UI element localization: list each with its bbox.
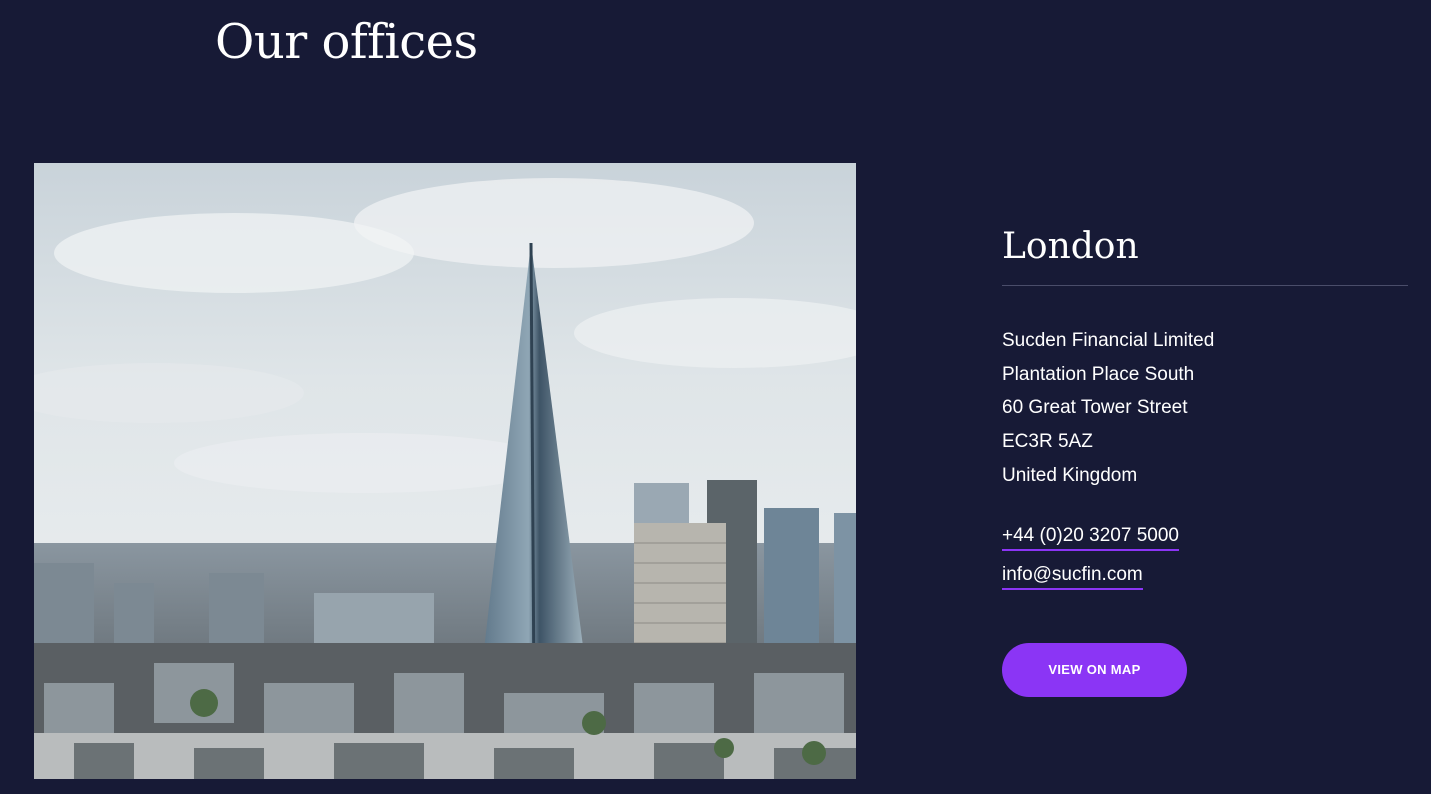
- address-line: Plantation Place South: [1002, 363, 1195, 385]
- office-card-london: London Sucden Financial Limited Plantati…: [1002, 226, 1408, 697]
- phone-link[interactable]: +44 (0)20 3207 5000: [1002, 524, 1179, 551]
- view-on-map-button[interactable]: VIEW ON MAP: [1002, 642, 1187, 697]
- office-address: Sucden Financial Limited Plantation Plac…: [1002, 324, 1408, 493]
- section-title: Our offices: [215, 14, 478, 70]
- office-city: London: [1002, 226, 1408, 286]
- address-line: 60 Great Tower Street: [1002, 397, 1188, 419]
- office-photo: [34, 163, 856, 779]
- email-link[interactable]: info@sucfin.com: [1002, 563, 1143, 590]
- address-line: United Kingdom: [1002, 464, 1138, 486]
- address-line: Sucden Financial Limited: [1002, 330, 1215, 351]
- address-line: EC3R 5AZ: [1002, 431, 1093, 453]
